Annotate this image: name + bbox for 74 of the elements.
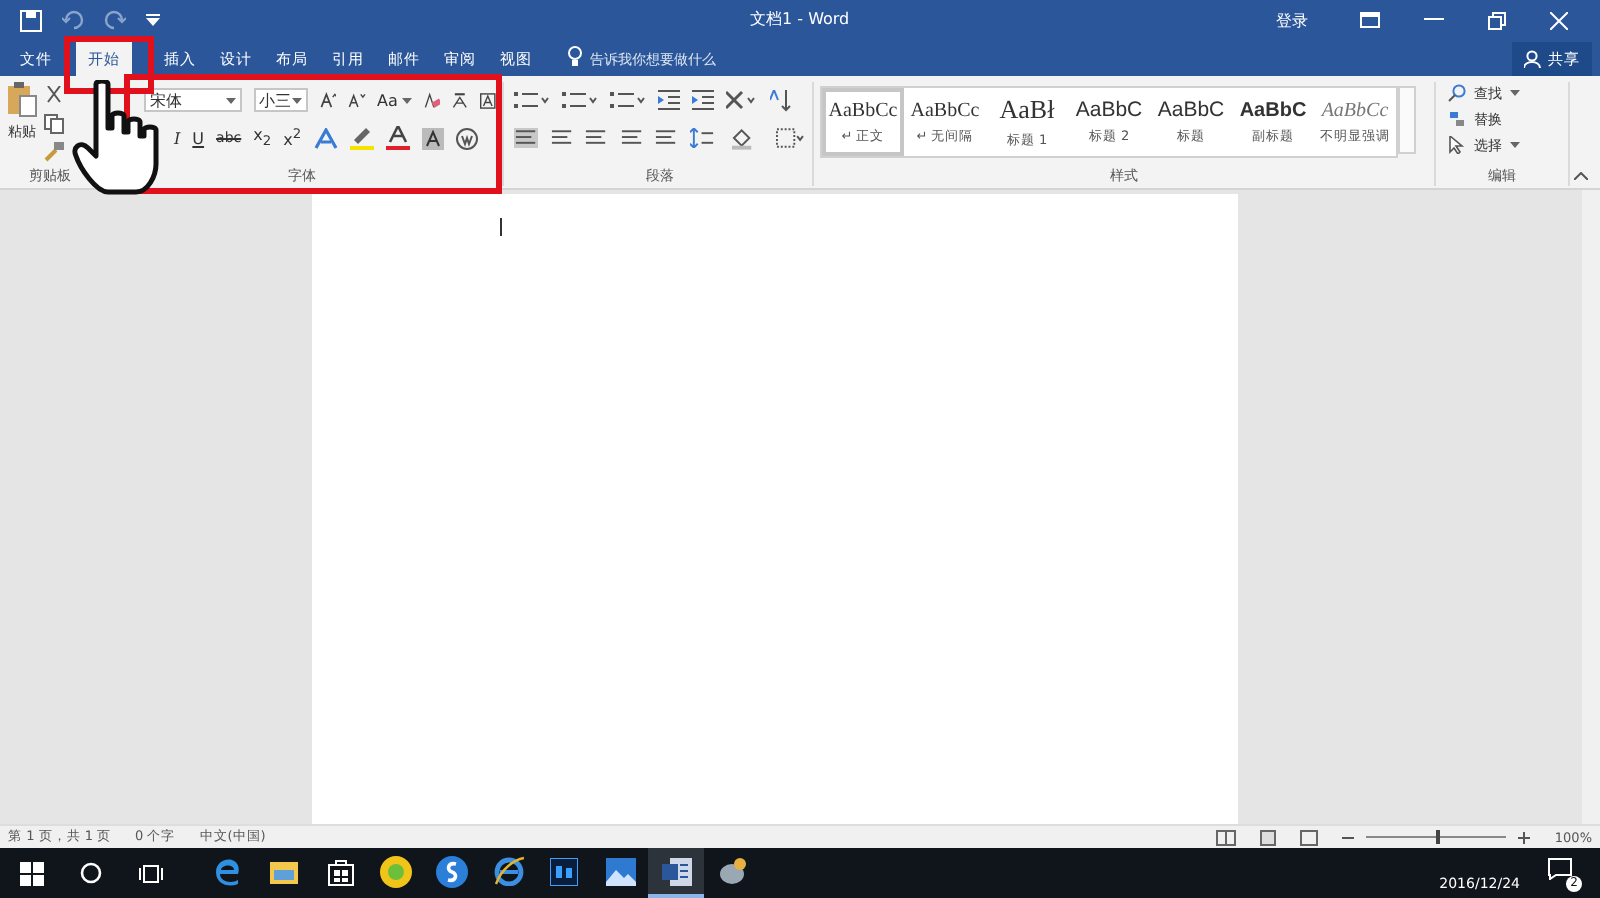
- sort-icon[interactable]: [770, 89, 792, 111]
- caret-icon: [225, 97, 236, 103]
- font-color-icon[interactable]: [385, 126, 410, 150]
- highlighter-icon[interactable]: [349, 126, 374, 150]
- font-name-dropdown[interactable]: 宋体: [144, 88, 242, 112]
- search-icon[interactable]: [80, 862, 102, 884]
- photos-icon[interactable]: [605, 857, 635, 885]
- format-button[interactable]: x$^{2}$: [283, 126, 302, 150]
- indent-icon[interactable]: [658, 90, 680, 110]
- copy-icon[interactable]: [44, 114, 64, 134]
- align-icon[interactable]: [619, 128, 643, 148]
- app-icon[interactable]: [717, 857, 747, 885]
- browser-icon[interactable]: [214, 857, 242, 885]
- close-icon[interactable]: [1550, 11, 1568, 29]
- change-case-button[interactable]: Aa: [377, 91, 412, 109]
- app-icon[interactable]: [436, 855, 468, 887]
- undo-icon[interactable]: [62, 10, 84, 30]
- task-view-icon[interactable]: [138, 863, 164, 883]
- word-icon[interactable]: [661, 857, 691, 885]
- folder-icon[interactable]: [270, 859, 298, 883]
- restore-icon[interactable]: [1488, 11, 1506, 29]
- character-border-icon[interactable]: [480, 89, 496, 111]
- image-editor-icon[interactable]: [550, 857, 578, 885]
- start-icon[interactable]: [20, 861, 44, 885]
- zoom-slider-thumb[interactable]: [1436, 830, 1441, 844]
- shrink-font-icon[interactable]: [348, 90, 366, 110]
- zoom-out-icon[interactable]: [1342, 831, 1355, 843]
- character-shading-icon[interactable]: [421, 127, 444, 149]
- lightbulb-icon: [568, 46, 582, 66]
- caret-icon: [291, 97, 302, 103]
- grow-font-icon[interactable]: [319, 90, 337, 110]
- cut-icon[interactable]: [44, 86, 64, 106]
- save-icon[interactable]: [20, 9, 42, 31]
- redo-icon[interactable]: [104, 10, 126, 30]
- window-title: 文档1 - Word: [750, 8, 850, 30]
- text-cursor: [499, 218, 501, 236]
- collapse-ribbon-icon[interactable]: [1574, 172, 1588, 180]
- minimize-icon[interactable]: [1424, 18, 1444, 22]
- clipboard-icon: [6, 82, 38, 118]
- phonetic-guide-icon[interactable]: [452, 89, 469, 111]
- browser-icon[interactable]: [493, 856, 523, 886]
- pointer-icon: [1448, 136, 1466, 154]
- font-size-dropdown[interactable]: 小三: [253, 88, 308, 112]
- app-icon[interactable]: [380, 855, 412, 887]
- align-icon[interactable]: [549, 128, 573, 148]
- person-icon: [1524, 50, 1542, 68]
- enclose-characters-icon[interactable]: [455, 127, 478, 149]
- list-icon[interactable]: [610, 90, 646, 110]
- format-button[interactable]: x$_{2}$: [253, 126, 272, 150]
- align-icon[interactable]: [514, 128, 538, 148]
- text-effects-icon[interactable]: [313, 127, 338, 149]
- format-button[interactable]: U: [192, 129, 205, 147]
- vertical-scrollbar[interactable]: [1582, 190, 1600, 824]
- replace-icon: [1448, 110, 1466, 128]
- store-icon[interactable]: [327, 857, 353, 885]
- list-icon[interactable]: [562, 90, 598, 110]
- indent-icon[interactable]: [692, 90, 714, 110]
- clear-format-icon[interactable]: [423, 89, 441, 111]
- caret-icon: [401, 97, 412, 103]
- list-icon[interactable]: [514, 90, 550, 110]
- web-layout-icon[interactable]: [1300, 829, 1319, 845]
- borders-icon[interactable]: [775, 128, 807, 148]
- print-layout-icon[interactable]: [1260, 829, 1277, 845]
- read-mode-icon[interactable]: [1216, 829, 1237, 845]
- asian-layout-icon[interactable]: [726, 90, 758, 110]
- brush-icon[interactable]: [44, 142, 64, 162]
- sign-in-link[interactable]: 登录: [1276, 9, 1308, 31]
- zoom-in-icon[interactable]: [1518, 831, 1531, 843]
- search-icon: [1448, 84, 1466, 102]
- customize-icon[interactable]: [146, 14, 160, 26]
- format-button[interactable]: I: [174, 129, 181, 147]
- align-icon[interactable]: [654, 128, 678, 148]
- ribbon-display-icon[interactable]: [1360, 12, 1380, 28]
- align-icon[interactable]: [584, 128, 608, 148]
